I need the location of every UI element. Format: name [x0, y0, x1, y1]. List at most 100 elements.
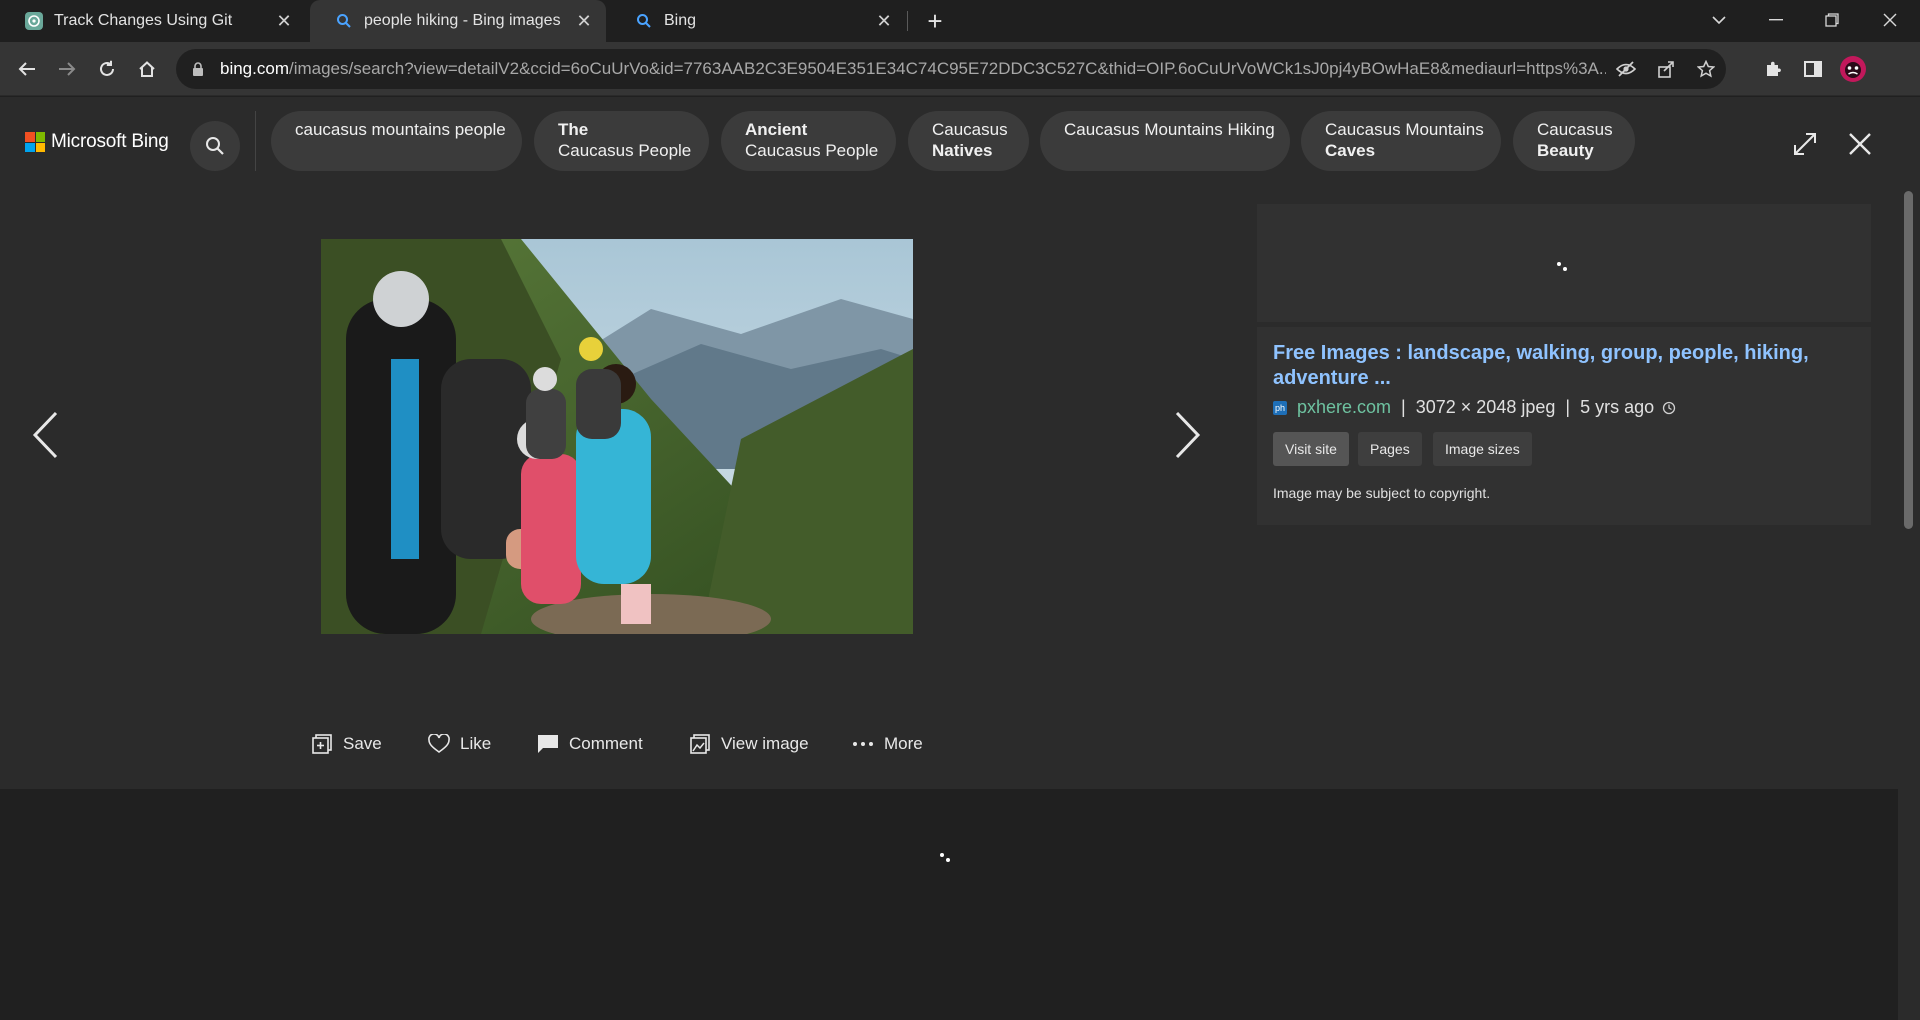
comment-button[interactable]: Comment	[537, 728, 643, 760]
tab-title: people hiking - Bing images	[364, 12, 561, 29]
pages-button[interactable]: Pages	[1358, 432, 1422, 466]
tab-search-button[interactable]	[1691, 0, 1747, 40]
tab-title: Bing	[664, 12, 697, 29]
tab-people-hiking[interactable]: people hiking - Bing images ✕	[310, 0, 606, 42]
expand-icon	[1794, 133, 1816, 155]
scrollbar-thumb[interactable]	[1904, 191, 1913, 529]
back-arrow-icon	[18, 62, 35, 76]
tab-bing[interactable]: Bing ✕	[610, 0, 906, 42]
chip-text-bold: Beauty	[1537, 141, 1594, 160]
logo-square-yellow	[35, 142, 45, 152]
chevron-down-icon	[1712, 16, 1726, 25]
minimize-button[interactable]	[1748, 0, 1804, 40]
restore-button[interactable]	[1804, 0, 1860, 40]
reload-button[interactable]	[90, 52, 124, 86]
profile-avatar[interactable]	[1836, 52, 1870, 86]
url-path: /images/search?view=detailV2&ccid=6oCuUr…	[288, 59, 1606, 78]
eye-off-icon[interactable]	[1606, 49, 1646, 89]
image-dimensions: 3072 × 2048 jpeg	[1415, 397, 1556, 417]
comment-icon	[537, 733, 559, 755]
info-loading-panel	[1257, 204, 1871, 322]
save-button[interactable]: Save	[311, 728, 382, 760]
main-image[interactable]	[321, 239, 913, 634]
save-label: Save	[343, 734, 382, 753]
bing-header: Microsoft Bing caucasus mountains people…	[0, 97, 1920, 183]
chip-text: Caucasus Mountains Hiking	[1064, 120, 1275, 139]
source-link[interactable]: pxhere.com	[1297, 397, 1391, 418]
extensions-button[interactable]	[1756, 52, 1790, 86]
more-button[interactable]: More	[852, 728, 923, 760]
chip-text-bold: Natives	[932, 141, 993, 160]
lock-icon[interactable]	[190, 62, 206, 76]
chatgpt-icon	[24, 11, 44, 31]
minimize-icon	[1769, 19, 1783, 21]
related-search-chip[interactable]: Caucasus Mountains Caves	[1301, 111, 1501, 171]
image-sizes-button[interactable]: Image sizes	[1433, 432, 1532, 466]
forward-button[interactable]	[50, 52, 84, 86]
previous-image-button[interactable]	[20, 400, 70, 470]
url-text[interactable]: bing.com/images/search?view=detailV2&cci…	[220, 59, 1606, 79]
source-favicon-icon: ph	[1273, 400, 1287, 415]
close-tab-icon[interactable]: ✕	[274, 11, 294, 31]
more-label: More	[884, 734, 923, 753]
loading-spinner	[940, 853, 954, 863]
chip-text: Caucasus People	[745, 141, 879, 160]
address-bar[interactable]: bing.com/images/search?view=detailV2&cci…	[176, 49, 1726, 89]
view-image-label: View image	[721, 734, 809, 753]
next-image-button[interactable]	[1163, 400, 1213, 470]
search-icon	[206, 137, 224, 155]
like-label: Like	[460, 734, 492, 753]
close-viewer-button[interactable]	[1835, 119, 1885, 169]
restore-icon	[1825, 13, 1839, 27]
bing-logo[interactable]: Microsoft Bing	[25, 131, 169, 153]
close-window-button[interactable]	[1862, 0, 1918, 40]
search-button[interactable]	[190, 121, 240, 171]
close-icon	[1849, 133, 1871, 155]
tab-divider	[907, 11, 908, 31]
bookmark-star-icon[interactable]	[1686, 49, 1726, 89]
related-search-chip[interactable]: caucasus mountains people	[271, 111, 522, 171]
tab-strip: Track Changes Using Git ✕ people hiking …	[0, 0, 1920, 42]
search-icon	[634, 11, 654, 31]
search-icon	[334, 11, 354, 31]
related-search-chip[interactable]: Caucasus Beauty	[1513, 111, 1635, 171]
url-host: bing.com	[220, 59, 289, 78]
related-search-chip[interactable]: The Caucasus People	[534, 111, 709, 171]
back-button[interactable]	[10, 52, 44, 86]
chevron-left-icon	[32, 411, 58, 459]
logo-square-green	[35, 132, 45, 142]
tab-track-changes[interactable]: Track Changes Using Git ✕	[0, 0, 306, 42]
puzzle-icon	[1767, 61, 1781, 76]
side-panel-icon	[1804, 61, 1822, 77]
related-search-chip[interactable]: Ancient Caucasus People	[721, 111, 896, 171]
close-tab-icon[interactable]: ✕	[874, 11, 894, 31]
loading-spinner	[1557, 262, 1571, 272]
view-image-button[interactable]: View image	[689, 728, 809, 760]
browser-toolbar: bing.com/images/search?view=detailV2&cci…	[0, 42, 1920, 96]
related-search-chip[interactable]: Caucasus Mountains Hiking	[1040, 111, 1290, 171]
image-info-panel: Free Images : landscape, walking, group,…	[1257, 327, 1871, 525]
chip-text-bold: The	[558, 120, 589, 139]
scrollbar[interactable]	[1898, 183, 1920, 1020]
microsoft-logo-icon	[25, 132, 45, 152]
side-panel-button[interactable]	[1796, 52, 1830, 86]
close-icon	[1883, 13, 1897, 27]
visit-site-button[interactable]: Visit site	[1273, 432, 1349, 466]
related-search-chip[interactable]: Caucasus Natives	[908, 111, 1029, 171]
result-meta: ph pxhere.com | 3072 × 2048 jpeg | 5 yrs…	[1273, 397, 1676, 418]
history-icon	[1662, 401, 1676, 415]
logo-square-red	[25, 132, 35, 142]
chip-text: Caucasus	[932, 120, 1008, 139]
expand-button[interactable]	[1780, 119, 1830, 169]
close-tab-icon[interactable]: ✕	[574, 11, 594, 31]
avatar-icon	[1840, 56, 1866, 82]
home-button[interactable]	[130, 52, 164, 86]
result-title-link[interactable]: Free Images : landscape, walking, group,…	[1273, 341, 1853, 391]
share-icon[interactable]	[1646, 49, 1686, 89]
view-image-icon	[689, 733, 711, 755]
save-collection-icon	[311, 733, 333, 755]
new-tab-button[interactable]: +	[920, 6, 950, 36]
copyright-notice: Image may be subject to copyright.	[1273, 485, 1491, 501]
home-icon	[139, 61, 155, 77]
like-button[interactable]: Like	[428, 728, 491, 760]
